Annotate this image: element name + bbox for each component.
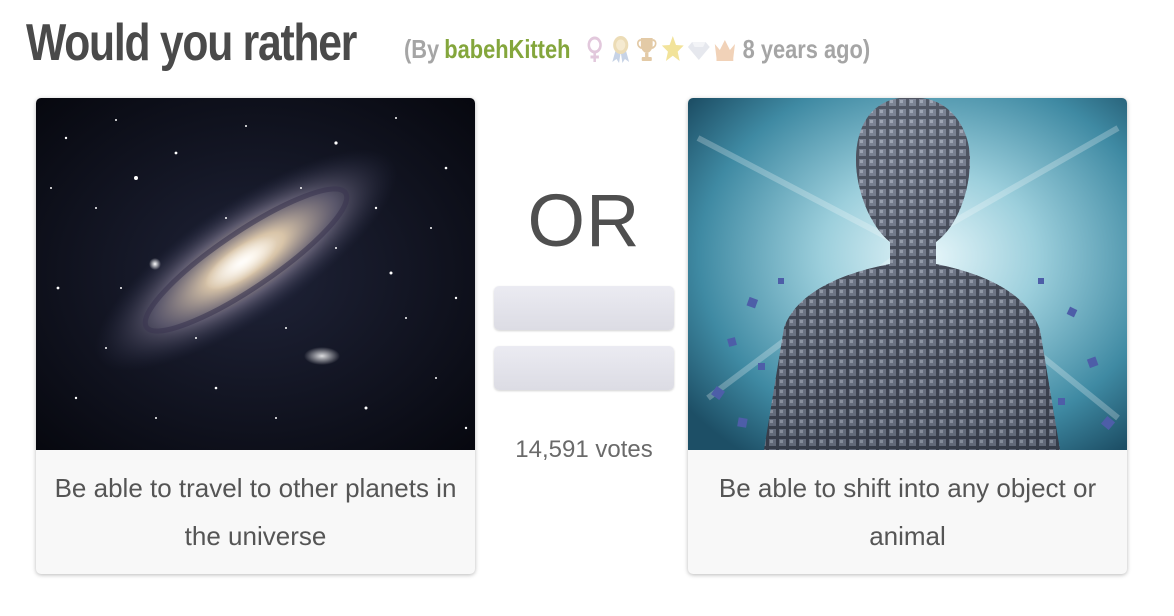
galaxy-image <box>36 98 475 450</box>
author-link[interactable]: babehKitteh <box>444 34 570 65</box>
option-card-b[interactable]: Be able to shift into any object or anim… <box>688 98 1127 574</box>
female-symbol-icon <box>582 34 607 64</box>
result-bar-a <box>494 286 674 330</box>
option-a-caption: Be able to travel to other planets in th… <box>54 473 457 551</box>
or-separator: OR <box>527 179 641 262</box>
option-b-caption: Be able to shift into any object or anim… <box>718 473 1097 551</box>
question-header: Would you rather (By babehKitteh 8 years… <box>26 10 1156 76</box>
ribbon-icon <box>608 34 633 64</box>
badge-row <box>582 34 737 64</box>
option-card-a[interactable]: Be able to travel to other planets in th… <box>36 98 475 574</box>
diamond-icon <box>686 34 711 64</box>
page-title: Would you rather <box>26 14 357 72</box>
cube-man-image <box>688 98 1127 450</box>
star-icon <box>660 34 685 64</box>
crown-icon <box>712 34 737 64</box>
result-bar-b <box>494 346 674 390</box>
post-age: 8 years ago) <box>742 33 871 64</box>
trophy-icon <box>634 34 659 64</box>
by-prefix: (By <box>404 33 440 64</box>
vote-count: 14,591 votes <box>515 436 653 463</box>
question-meta: (By babehKitteh 8 years ago) <box>404 34 870 65</box>
